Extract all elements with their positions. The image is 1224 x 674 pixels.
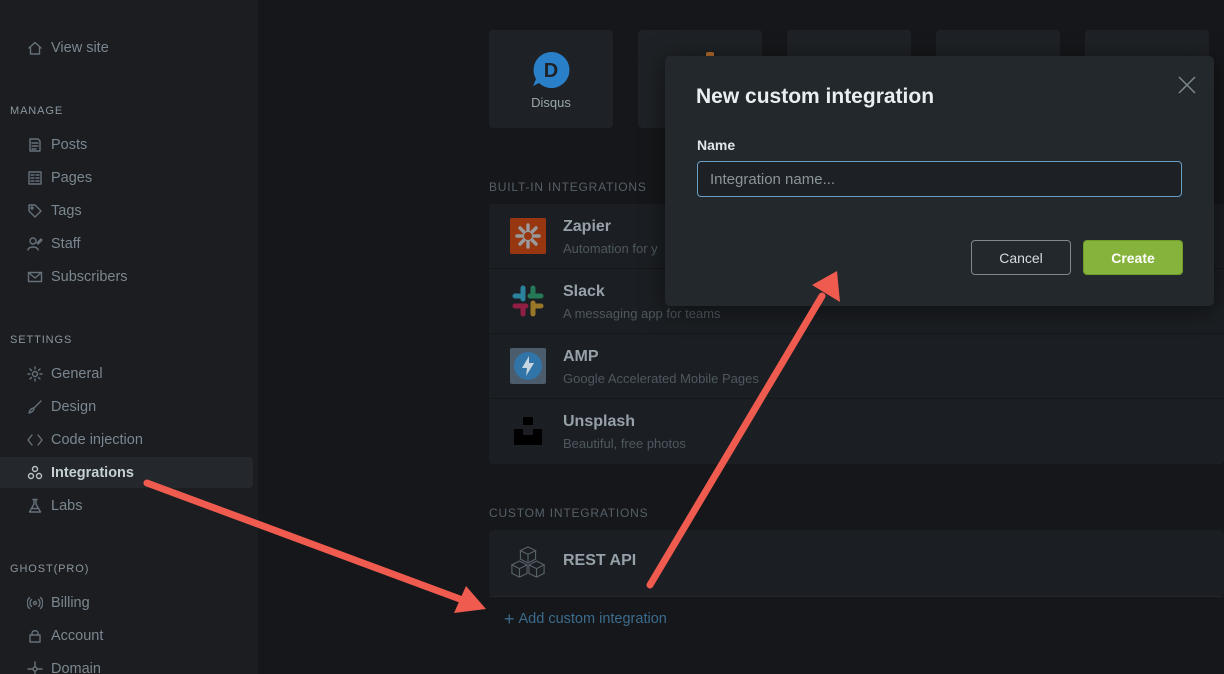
lock-icon: [26, 627, 44, 645]
integration-title: AMP: [563, 348, 599, 365]
section-settings: SETTINGS: [10, 334, 73, 346]
sidebar-item-staff[interactable]: Staff: [0, 228, 253, 259]
integration-row-rest-api[interactable]: REST API: [489, 530, 1224, 595]
integration-title: REST API: [563, 552, 637, 569]
sidebar-item-billing[interactable]: Billing: [0, 587, 253, 618]
cubes-icon: [510, 544, 546, 580]
gear-icon: [26, 365, 44, 383]
disqus-logo-icon: D: [533, 51, 570, 88]
sidebar-item-subscribers[interactable]: Subscribers: [0, 261, 253, 292]
pages-icon: [26, 169, 44, 187]
brush-icon: [26, 398, 44, 416]
sidebar-item-integrations[interactable]: Integrations: [0, 457, 253, 488]
create-button[interactable]: Create: [1083, 240, 1183, 275]
home-icon: [26, 39, 44, 57]
integration-description: Automation for y: [563, 241, 658, 256]
sidebar-item-label: Integrations: [51, 464, 134, 481]
sidebar-item-domain[interactable]: Domain: [0, 653, 253, 674]
sidebar-item-code-injection[interactable]: Code injection: [0, 424, 253, 455]
posts-icon: [26, 136, 44, 154]
amp-logo-icon: [510, 348, 546, 384]
sidebar-item-pages[interactable]: Pages: [0, 162, 253, 193]
slack-logo-icon: [510, 283, 546, 319]
add-custom-integration-label: Add custom integration: [518, 610, 667, 627]
section-manage: MANAGE: [10, 105, 64, 117]
sidebar-item-labs[interactable]: Labs: [0, 490, 253, 521]
sidebar-item-posts[interactable]: Posts: [0, 129, 253, 160]
billing-icon: [26, 594, 44, 612]
integrations-icon: [26, 464, 44, 482]
domain-icon: [26, 660, 44, 674]
modal-title: New custom integration: [696, 85, 935, 108]
sidebar-item-label: Staff: [51, 235, 81, 252]
sidebar-item-label: Code injection: [51, 431, 143, 448]
app-tile-disqus[interactable]: D Disqus: [489, 30, 613, 128]
sidebar-item-label: General: [51, 365, 103, 382]
view-site-link[interactable]: View site: [0, 32, 253, 63]
staff-icon: [26, 235, 44, 253]
flask-icon: [26, 497, 44, 515]
integration-row-unsplash[interactable]: Unsplash Beautiful, free photos: [489, 399, 1224, 464]
sidebar-item-label: Pages: [51, 169, 93, 186]
sidebar-item-label: Tags: [51, 202, 82, 219]
integration-title: Zapier: [563, 218, 612, 235]
app-tile-label: Disqus: [531, 95, 571, 110]
zapier-logo-icon: [510, 218, 546, 254]
close-icon: [1178, 76, 1196, 94]
sidebar-item-tags[interactable]: Tags: [0, 195, 253, 226]
sidebar-item-general[interactable]: General: [0, 358, 253, 389]
tag-icon: [26, 202, 44, 220]
sidebar-item-label: Billing: [51, 594, 90, 611]
integration-title: Unsplash: [563, 413, 636, 430]
name-field-label: Name: [697, 137, 736, 153]
integration-name-input[interactable]: [697, 161, 1182, 197]
sidebar-item-label: Account: [51, 627, 104, 644]
integration-description: Beautiful, free photos: [563, 436, 686, 451]
view-site-label: View site: [51, 39, 109, 56]
add-custom-integration-button[interactable]: + Add custom integration: [489, 596, 1224, 640]
sidebar-item-label: Design: [51, 398, 97, 415]
new-integration-modal: New custom integration Name Cancel Creat…: [665, 56, 1214, 306]
integration-description: A messaging app for teams: [563, 306, 721, 321]
sidebar-item-label: Subscribers: [51, 268, 128, 285]
section-ghost-pro: GHOST(PRO): [10, 563, 90, 575]
sidebar-item-label: Domain: [51, 660, 101, 674]
integration-title: Slack: [563, 283, 605, 300]
custom-heading: CUSTOM INTEGRATIONS: [489, 506, 649, 520]
sidebar: View site MANAGE Posts Pages Tags Staff …: [0, 0, 258, 674]
sidebar-item-design[interactable]: Design: [0, 391, 253, 422]
unsplash-logo-icon: [510, 413, 546, 449]
close-button[interactable]: [1177, 75, 1197, 95]
sidebar-item-account[interactable]: Account: [0, 620, 253, 651]
sidebar-item-label: Posts: [51, 136, 88, 153]
code-icon: [26, 431, 44, 449]
plus-icon: +: [504, 608, 515, 629]
mail-icon: [26, 268, 44, 286]
sidebar-item-label: Labs: [51, 497, 83, 514]
svg-text:D: D: [544, 60, 558, 82]
built-in-heading: BUILT-IN INTEGRATIONS: [489, 180, 647, 194]
integration-row-amp[interactable]: AMP Google Accelerated Mobile Pages: [489, 334, 1224, 399]
custom-list: REST API: [489, 530, 1224, 596]
cancel-button[interactable]: Cancel: [971, 240, 1071, 275]
integration-description: Google Accelerated Mobile Pages: [563, 371, 759, 386]
